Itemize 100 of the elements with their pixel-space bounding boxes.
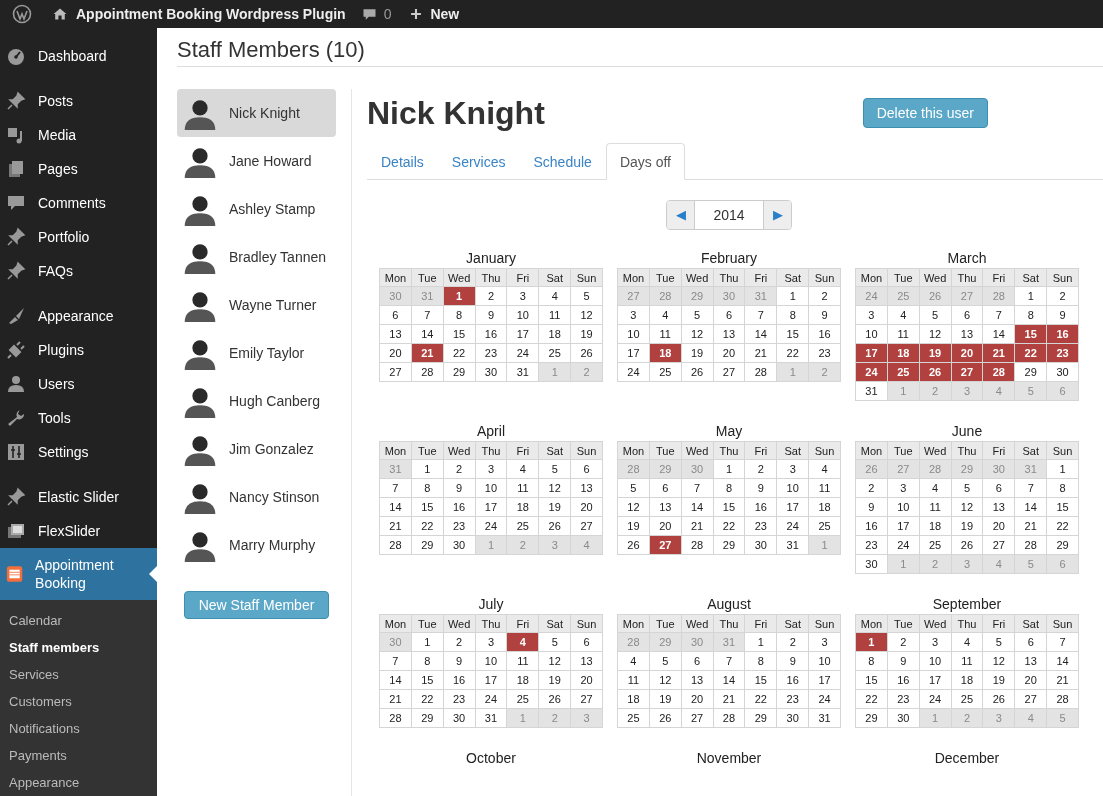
tab[interactable]: Details xyxy=(367,143,438,180)
day-cell[interactable]: 30 xyxy=(1047,363,1079,382)
day-cell[interactable]: 2 xyxy=(887,633,920,652)
sidebar-item[interactable]: FAQs xyxy=(0,254,157,288)
day-cell[interactable]: 10 xyxy=(856,325,888,344)
day-cell[interactable]: 12 xyxy=(951,498,984,517)
day-cell[interactable]: 7 xyxy=(681,479,714,498)
day-cell[interactable]: 20 xyxy=(681,690,714,709)
day-cell[interactable]: 19 xyxy=(951,517,984,536)
day-cell[interactable]: 3 xyxy=(618,306,650,325)
day-cell[interactable]: 7 xyxy=(1047,633,1079,652)
day-cell[interactable]: 21 xyxy=(411,344,444,363)
day-cell[interactable]: 27 xyxy=(681,709,714,728)
day-cell[interactable]: 9 xyxy=(887,652,920,671)
day-cell[interactable]: 25 xyxy=(951,690,984,709)
day-cell[interactable]: 14 xyxy=(1047,652,1079,671)
day-cell[interactable]: 10 xyxy=(919,652,952,671)
day-cell[interactable]: 9 xyxy=(443,479,476,498)
day-cell[interactable]: 19 xyxy=(649,690,682,709)
day-cell[interactable]: 22 xyxy=(443,344,476,363)
day-cell[interactable]: 1 xyxy=(411,633,444,652)
day-cell[interactable]: 5 xyxy=(649,652,682,671)
day-cell[interactable]: 26 xyxy=(539,517,572,536)
day-cell[interactable]: 27 xyxy=(713,363,746,382)
day-cell[interactable]: 7 xyxy=(983,306,1016,325)
day-cell[interactable]: 20 xyxy=(951,344,984,363)
day-cell[interactable]: 31 xyxy=(507,363,540,382)
day-cell[interactable]: 28 xyxy=(713,709,746,728)
staff-item[interactable]: Jim Gonzalez xyxy=(177,425,336,473)
day-cell[interactable]: 12 xyxy=(539,479,572,498)
sidebar-item[interactable]: Posts xyxy=(0,84,157,118)
day-cell[interactable]: 6 xyxy=(951,306,984,325)
day-cell[interactable]: 30 xyxy=(777,709,810,728)
day-cell[interactable]: 3 xyxy=(856,306,888,325)
day-cell[interactable]: 23 xyxy=(809,344,841,363)
day-cell[interactable]: 14 xyxy=(380,498,412,517)
day-cell[interactable]: 28 xyxy=(1047,690,1079,709)
day-cell[interactable]: 5 xyxy=(951,479,984,498)
day-cell[interactable]: 27 xyxy=(649,536,682,555)
day-cell[interactable]: 5 xyxy=(571,287,603,306)
submenu-item[interactable]: Appearance xyxy=(0,769,157,796)
site-title-link[interactable]: Appointment Booking Wordpress Plugin xyxy=(76,3,346,25)
day-cell[interactable]: 29 xyxy=(1015,363,1048,382)
previous-year-button[interactable]: ◀ xyxy=(667,201,695,229)
day-cell[interactable]: 11 xyxy=(887,325,920,344)
day-cell[interactable]: 14 xyxy=(1015,498,1048,517)
day-cell[interactable]: 1 xyxy=(713,460,746,479)
day-cell[interactable]: 5 xyxy=(681,306,714,325)
day-cell[interactable]: 3 xyxy=(777,460,810,479)
day-cell[interactable]: 16 xyxy=(443,498,476,517)
day-cell[interactable]: 13 xyxy=(1015,652,1048,671)
day-cell[interactable]: 13 xyxy=(649,498,682,517)
day-cell[interactable]: 12 xyxy=(539,652,572,671)
day-cell[interactable]: 18 xyxy=(951,671,984,690)
day-cell[interactable]: 6 xyxy=(571,460,603,479)
day-cell[interactable]: 25 xyxy=(507,690,540,709)
day-cell[interactable]: 19 xyxy=(919,344,952,363)
day-cell[interactable]: 8 xyxy=(411,479,444,498)
day-cell[interactable]: 22 xyxy=(411,517,444,536)
submenu-item[interactable]: Services xyxy=(0,661,157,688)
day-cell[interactable]: 21 xyxy=(1047,671,1079,690)
day-cell[interactable]: 12 xyxy=(681,325,714,344)
day-cell[interactable]: 21 xyxy=(681,517,714,536)
day-cell[interactable]: 29 xyxy=(411,536,444,555)
day-cell[interactable]: 11 xyxy=(919,498,952,517)
day-cell[interactable]: 30 xyxy=(745,536,778,555)
day-cell[interactable]: 15 xyxy=(777,325,810,344)
day-cell[interactable]: 31 xyxy=(856,382,888,401)
day-cell[interactable]: 26 xyxy=(539,690,572,709)
day-cell[interactable]: 10 xyxy=(507,306,540,325)
day-cell[interactable]: 22 xyxy=(745,690,778,709)
day-cell[interactable]: 24 xyxy=(777,517,810,536)
day-cell[interactable]: 29 xyxy=(745,709,778,728)
day-cell[interactable]: 16 xyxy=(809,325,841,344)
day-cell[interactable]: 1 xyxy=(777,287,810,306)
day-cell[interactable]: 20 xyxy=(1015,671,1048,690)
day-cell[interactable]: 7 xyxy=(713,652,746,671)
day-cell[interactable]: 11 xyxy=(649,325,682,344)
day-cell[interactable]: 19 xyxy=(618,517,650,536)
day-cell[interactable]: 31 xyxy=(809,709,841,728)
day-cell[interactable]: 14 xyxy=(983,325,1016,344)
day-cell[interactable]: 25 xyxy=(809,517,841,536)
day-cell[interactable]: 16 xyxy=(887,671,920,690)
day-cell[interactable]: 4 xyxy=(649,306,682,325)
day-cell[interactable]: 29 xyxy=(856,709,888,728)
day-cell[interactable]: 26 xyxy=(618,536,650,555)
day-cell[interactable]: 20 xyxy=(983,517,1016,536)
day-cell[interactable]: 18 xyxy=(649,344,682,363)
day-cell[interactable]: 22 xyxy=(411,690,444,709)
staff-item[interactable]: Marry Murphy xyxy=(177,521,336,569)
staff-item[interactable]: Nick Knight xyxy=(177,89,336,137)
day-cell[interactable]: 26 xyxy=(571,344,603,363)
day-cell[interactable]: 11 xyxy=(539,306,572,325)
tab[interactable]: Services xyxy=(437,143,520,180)
day-cell[interactable]: 29 xyxy=(713,536,746,555)
day-cell[interactable]: 13 xyxy=(380,325,412,344)
day-cell[interactable]: 29 xyxy=(1047,536,1079,555)
day-cell[interactable]: 23 xyxy=(443,690,476,709)
day-cell[interactable]: 21 xyxy=(713,690,746,709)
day-cell[interactable]: 17 xyxy=(919,671,952,690)
